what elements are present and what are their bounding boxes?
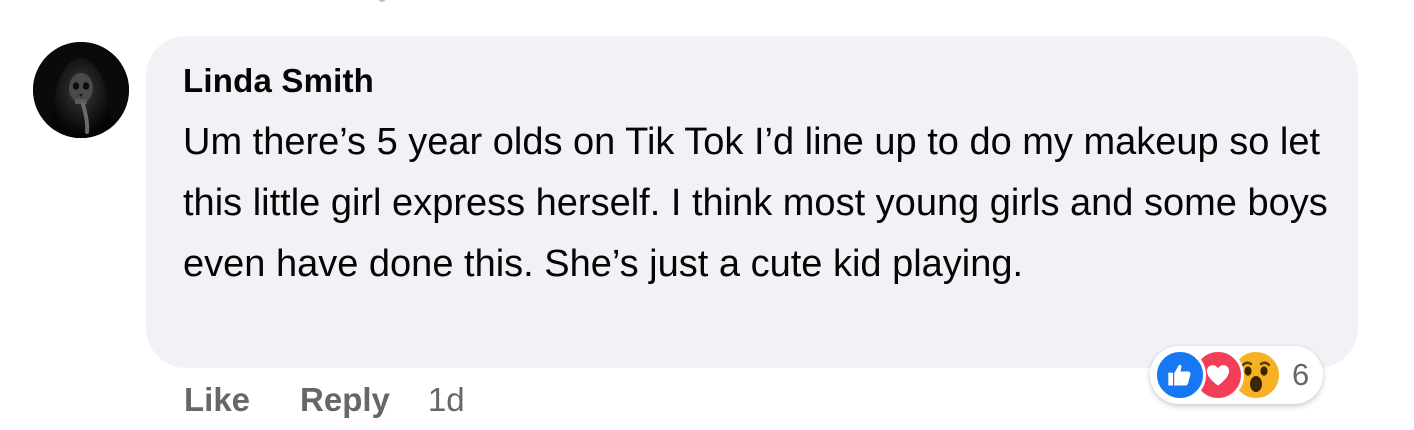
thread-connector — [378, 0, 386, 2]
comment-text: Um there’s 5 year olds on Tik Tok I’d li… — [183, 121, 1328, 285]
comment-thread: Linda Smith Um there’s 5 year olds on Ti… — [0, 0, 1414, 430]
reply-button[interactable]: Reply — [300, 381, 390, 419]
comment-actions: Like Reply 1d — [184, 378, 465, 422]
reactions-summary[interactable]: 6 — [1150, 346, 1324, 404]
reaction-count: 6 — [1292, 357, 1310, 392]
like-button[interactable]: Like — [184, 381, 250, 419]
grim-reaper-avatar-icon — [33, 42, 129, 138]
avatar[interactable] — [33, 42, 129, 138]
comment-timestamp[interactable]: 1d — [428, 381, 465, 419]
comment-author-name[interactable]: Linda Smith — [183, 62, 374, 100]
like-icon — [1154, 349, 1206, 401]
